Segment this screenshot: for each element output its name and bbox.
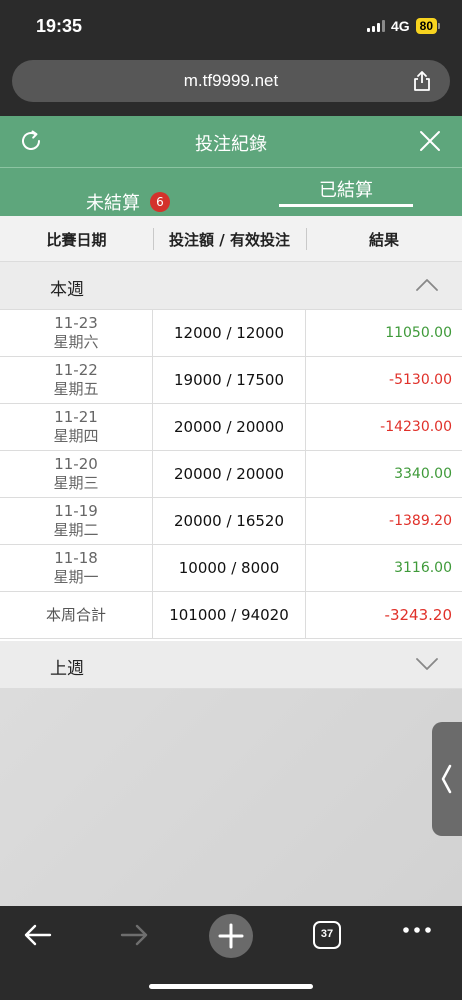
date-cell: 11-20 星期三	[0, 451, 153, 497]
unsettled-count-badge: 6	[150, 192, 170, 212]
close-icon[interactable]	[418, 129, 442, 153]
browser-chrome-top: 19:35 4G 80 m.tf9999.net	[0, 0, 462, 116]
more-icon[interactable]	[402, 926, 432, 934]
empty-content-area	[0, 689, 462, 906]
date-cell: 11-19 星期二	[0, 498, 153, 544]
group-last-week[interactable]: 上週	[0, 641, 462, 689]
match-date: 11-21	[54, 408, 98, 426]
table-row: 11-23 星期六 12000 / 12000 11050.00	[0, 310, 462, 357]
table-row: 11-19 星期二 20000 / 16520 -1389.20	[0, 498, 462, 545]
match-date: 11-18	[54, 549, 98, 567]
date-cell: 11-23 星期六	[0, 310, 153, 356]
home-indicator	[149, 984, 313, 989]
tab-unsettled-label: 未結算	[86, 193, 140, 214]
table-row: 11-21 星期四 20000 / 20000 -14230.00	[0, 404, 462, 451]
side-drawer-toggle[interactable]	[432, 722, 462, 836]
result-value: -5130.00	[389, 372, 452, 388]
battery-icon: 80	[415, 18, 440, 34]
result-value: -14230.00	[380, 419, 452, 435]
column-header-amount: 投注額 / 有效投注	[169, 231, 290, 249]
bet-amount: 20000 / 16520	[153, 498, 306, 544]
bet-amount: 10000 / 8000	[153, 545, 306, 591]
total-amount: 101000 / 94020	[153, 592, 306, 638]
bet-amount: 12000 / 12000	[153, 310, 306, 356]
match-date: 11-19	[54, 502, 98, 520]
result-value: -1389.20	[389, 513, 452, 529]
column-header-result: 結果	[368, 231, 399, 249]
chevron-down-icon	[416, 658, 438, 670]
column-header-date: 比賽日期	[46, 231, 107, 249]
new-tab-button[interactable]	[209, 914, 253, 958]
weekday: 星期三	[53, 474, 99, 492]
match-date: 11-23	[54, 314, 98, 332]
group-label: 上週	[50, 659, 84, 679]
table-header: 比賽日期 投注額 / 有效投注 結果	[0, 216, 462, 262]
match-date: 11-20	[54, 455, 98, 473]
total-label: 本周合計	[0, 592, 153, 638]
weekday: 星期四	[53, 427, 99, 445]
result-value: 3116.00	[394, 560, 452, 576]
battery-level: 80	[415, 18, 437, 34]
weekday: 星期二	[53, 521, 99, 539]
weekly-total-row: 本周合計 101000 / 94020 -3243.20	[0, 592, 462, 639]
status-time: 19:35	[36, 16, 83, 36]
group-label: 本週	[50, 280, 84, 300]
bet-amount: 20000 / 20000	[153, 404, 306, 450]
share-icon[interactable]	[412, 70, 432, 92]
match-date: 11-22	[54, 361, 98, 379]
url-text[interactable]: m.tf9999.net	[12, 71, 450, 91]
status-indicators: 4G 80	[366, 18, 440, 34]
weekday: 星期五	[53, 380, 99, 398]
weekday: 星期一	[53, 568, 99, 586]
page-header: 投注紀錄	[0, 116, 462, 167]
signal-icon	[366, 20, 385, 32]
result-value: 11050.00	[385, 325, 452, 341]
table-row: 11-18 星期一 10000 / 8000 3116.00	[0, 545, 462, 592]
bet-amount: 20000 / 20000	[153, 451, 306, 497]
chevron-up-icon	[416, 279, 438, 291]
group-this-week[interactable]: 本週	[0, 262, 462, 310]
weekday: 星期六	[53, 333, 99, 351]
url-bar[interactable]: m.tf9999.net	[12, 60, 450, 102]
page-title: 投注紀錄	[195, 134, 267, 155]
network-label: 4G	[390, 18, 410, 34]
chevron-left-icon	[441, 764, 452, 794]
table-row: 11-20 星期三 20000 / 20000 3340.00	[0, 451, 462, 498]
result-value: 3340.00	[394, 466, 452, 482]
date-cell: 11-18 星期一	[0, 545, 153, 591]
tab-bar: 未結算 6 已結算	[0, 168, 462, 216]
back-arrow-icon[interactable]	[22, 922, 54, 948]
total-result: -3243.20	[384, 606, 452, 624]
date-cell: 11-21 星期四	[0, 404, 153, 450]
table-row: 11-22 星期五 19000 / 17500 -5130.00	[0, 357, 462, 404]
date-cell: 11-22 星期五	[0, 357, 153, 403]
forward-arrow-icon[interactable]	[118, 922, 150, 948]
bet-amount: 19000 / 17500	[153, 357, 306, 403]
settled-bets-table: 11-23 星期六 12000 / 12000 11050.00 11-22 星…	[0, 310, 462, 639]
tab-switcher-button[interactable]: 37	[313, 921, 341, 949]
active-tab-indicator	[279, 204, 413, 207]
plus-icon	[218, 923, 244, 949]
